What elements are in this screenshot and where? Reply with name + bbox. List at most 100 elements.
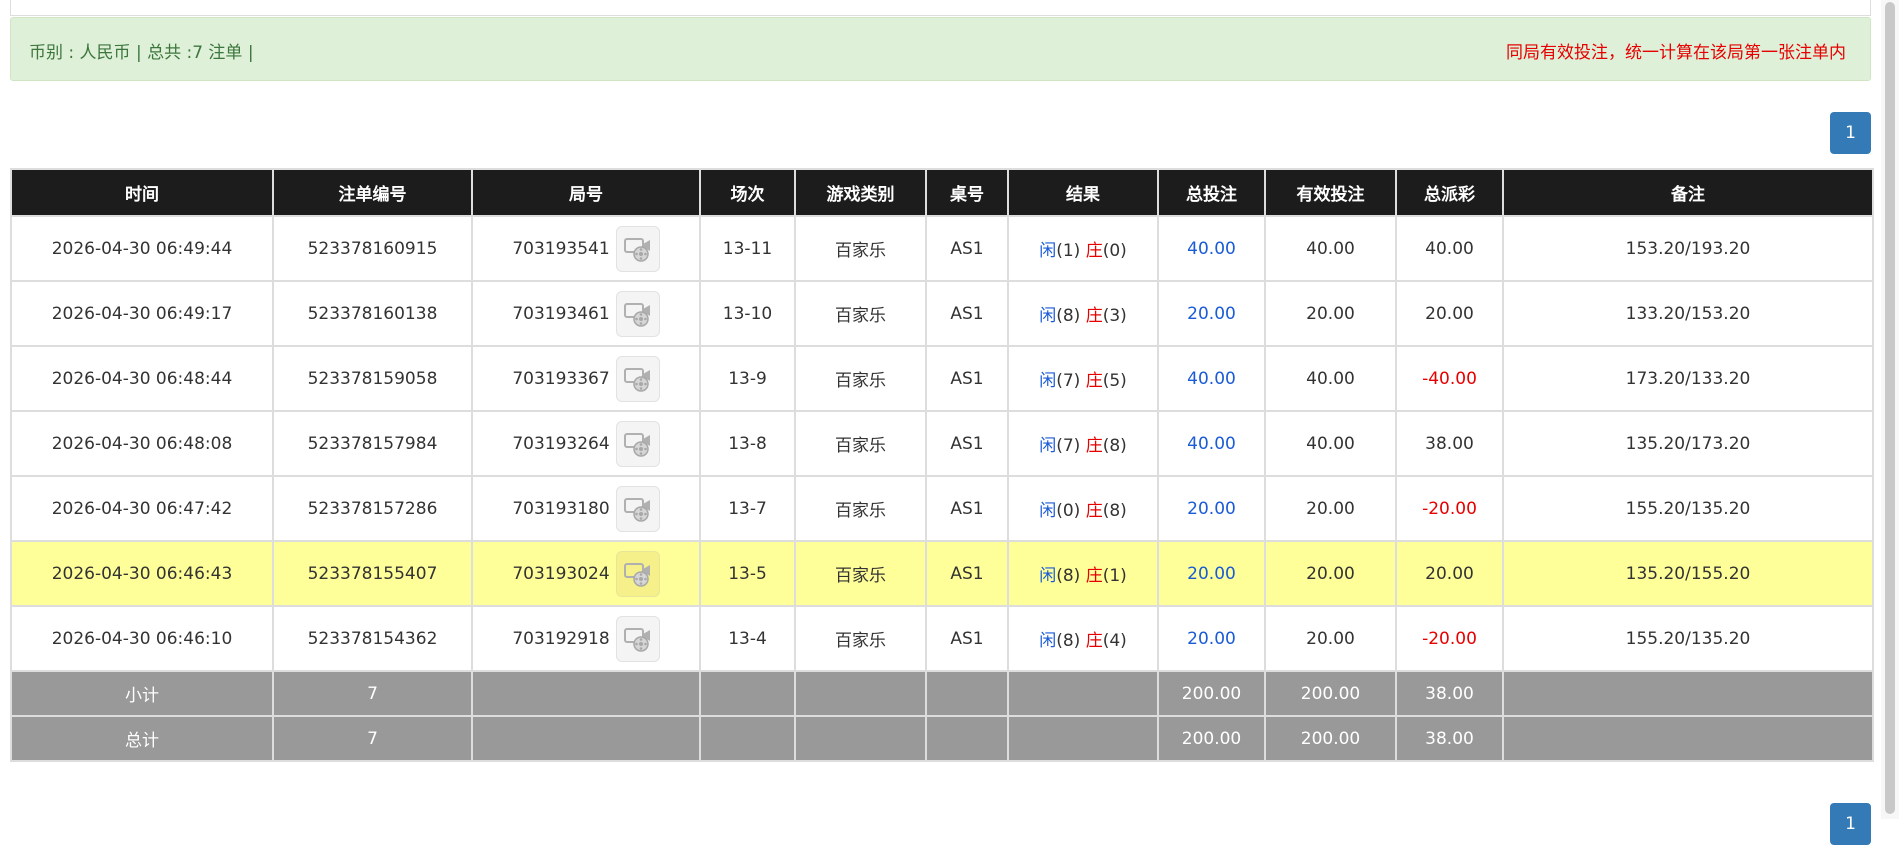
table-row[interactable]: 2026-04-30 06:48:44 523378159058 703193367… xyxy=(10,345,1874,412)
page-button-bottom[interactable]: 1 xyxy=(1830,803,1871,845)
subtotal-count: 7 xyxy=(272,670,473,717)
table-row[interactable]: 2026-04-30 06:49:44 523378160915 703193541… xyxy=(10,215,1874,282)
bet-records-table: 时间 注单编号 局号 场次 游戏类别 桌号 结果 总投注 有效投注 总派彩 备注… xyxy=(10,168,1874,762)
col-header-note: 备注 xyxy=(1502,168,1874,217)
banker-label: 庄 xyxy=(1085,371,1103,391)
banker-score: (3) xyxy=(1102,306,1127,326)
cell-payout: -20.00 xyxy=(1395,475,1504,542)
player-score: (8) xyxy=(1056,566,1081,586)
col-header-payout: 总派彩 xyxy=(1395,168,1504,217)
cell-time: 2026-04-30 06:46:43 xyxy=(10,540,274,607)
col-header-table-no: 桌号 xyxy=(925,168,1009,217)
page-button-top[interactable]: 1 xyxy=(1830,112,1871,154)
film-reel-icon[interactable] xyxy=(615,550,660,597)
page-scrollbar[interactable] xyxy=(1881,0,1899,819)
grand-total-count: 7 xyxy=(272,715,473,762)
player-score: (1) xyxy=(1056,241,1081,261)
col-header-result: 结果 xyxy=(1007,168,1159,217)
cell-valid-bet: 40.00 xyxy=(1264,410,1397,477)
col-header-time: 时间 xyxy=(10,168,274,217)
player-label: 闲 xyxy=(1039,241,1057,261)
film-reel-icon[interactable] xyxy=(615,290,660,337)
player-label: 闲 xyxy=(1039,631,1057,651)
player-label: 闲 xyxy=(1039,306,1057,326)
film-reel-icon[interactable] xyxy=(615,420,660,467)
cell-game-type: 百家乐 xyxy=(794,215,927,282)
cell-result: 闲(1) 庄(0) xyxy=(1007,215,1159,282)
banker-score: (8) xyxy=(1102,436,1127,456)
banker-score: (1) xyxy=(1102,566,1127,586)
cell-game-type: 百家乐 xyxy=(794,475,927,542)
cell-table-no: AS1 xyxy=(925,345,1009,412)
cell-note: 133.20/153.20 xyxy=(1502,280,1874,347)
player-score: (8) xyxy=(1056,631,1081,651)
table-row[interactable]: 2026-04-30 06:47:42 523378157286 703193180… xyxy=(10,475,1874,542)
grand-total-total-bet: 200.00 xyxy=(1157,715,1266,762)
cell-table-no: AS1 xyxy=(925,215,1009,282)
cell-valid-bet: 40.00 xyxy=(1264,215,1397,282)
table-row[interactable]: 2026-04-30 06:48:08 523378157984 703193264… xyxy=(10,410,1874,477)
film-reel-icon[interactable] xyxy=(615,485,660,532)
grand-total-row: 总计 7 200.00 200.00 38.00 xyxy=(10,715,1874,762)
cell-total-bet: 40.00 xyxy=(1157,345,1266,412)
cell-note: 153.20/193.20 xyxy=(1502,215,1874,282)
cell-round-id: 703193264 xyxy=(471,410,701,477)
col-header-bet-id: 注单编号 xyxy=(272,168,473,217)
cell-result: 闲(7) 庄(8) xyxy=(1007,410,1159,477)
cell-payout: 20.00 xyxy=(1395,280,1504,347)
cell-session: 13-4 xyxy=(699,605,796,672)
cell-time: 2026-04-30 06:47:42 xyxy=(10,475,274,542)
grand-total-valid-bet: 200.00 xyxy=(1264,715,1397,762)
cell-bet-id: 523378160915 xyxy=(272,215,473,282)
cell-game-type: 百家乐 xyxy=(794,410,927,477)
cell-total-bet: 40.00 xyxy=(1157,410,1266,477)
cell-game-type: 百家乐 xyxy=(794,605,927,672)
cell-round-id: 703192918 xyxy=(471,605,701,672)
cell-table-no: AS1 xyxy=(925,540,1009,607)
table-row[interactable]: 2026-04-30 06:49:17 523378160138 703193461… xyxy=(10,280,1874,347)
round-id-text: 703193264 xyxy=(512,433,610,454)
cell-session: 13-7 xyxy=(699,475,796,542)
cell-note: 173.20/133.20 xyxy=(1502,345,1874,412)
scrollbar-thumb[interactable] xyxy=(1885,2,1895,814)
grand-total-payout: 38.00 xyxy=(1395,715,1504,762)
cell-round-id: 703193024 xyxy=(471,540,701,607)
round-id-text: 703193024 xyxy=(512,563,610,584)
player-score: (0) xyxy=(1056,501,1081,521)
film-reel-icon[interactable] xyxy=(615,355,660,402)
col-header-valid-bet: 有效投注 xyxy=(1264,168,1397,217)
col-header-game-type: 游戏类别 xyxy=(794,168,927,217)
player-label: 闲 xyxy=(1039,371,1057,391)
table-row[interactable]: 2026-04-30 06:46:10 523378154362 703192918… xyxy=(10,605,1874,672)
cell-bet-id: 523378157286 xyxy=(272,475,473,542)
currency-summary: 币别 : 人民币 | 总共 :7 注单 | xyxy=(29,43,254,63)
cell-result: 闲(7) 庄(5) xyxy=(1007,345,1159,412)
cell-total-bet: 40.00 xyxy=(1157,215,1266,282)
banker-label: 庄 xyxy=(1085,306,1103,326)
cell-session: 13-8 xyxy=(699,410,796,477)
cell-session: 13-9 xyxy=(699,345,796,412)
cell-time: 2026-04-30 06:48:44 xyxy=(10,345,274,412)
cell-session: 13-5 xyxy=(699,540,796,607)
cell-round-id: 703193180 xyxy=(471,475,701,542)
cell-session: 13-11 xyxy=(699,215,796,282)
player-score: (7) xyxy=(1056,436,1081,456)
cell-note: 135.20/173.20 xyxy=(1502,410,1874,477)
cell-result: 闲(8) 庄(3) xyxy=(1007,280,1159,347)
cell-note: 135.20/155.20 xyxy=(1502,540,1874,607)
cell-payout: 20.00 xyxy=(1395,540,1504,607)
film-reel-icon[interactable] xyxy=(615,615,660,662)
subtotal-label: 小计 xyxy=(10,670,274,717)
cell-result: 闲(8) 庄(4) xyxy=(1007,605,1159,672)
col-header-session: 场次 xyxy=(699,168,796,217)
player-score: (8) xyxy=(1056,306,1081,326)
table-row[interactable]: 2026-04-30 06:46:43 523378155407 703193024… xyxy=(10,540,1874,607)
cell-payout: 40.00 xyxy=(1395,215,1504,282)
cell-time: 2026-04-30 06:49:44 xyxy=(10,215,274,282)
player-label: 闲 xyxy=(1039,436,1057,456)
film-reel-icon[interactable] xyxy=(615,225,660,272)
cell-round-id: 703193367 xyxy=(471,345,701,412)
grand-total-label: 总计 xyxy=(10,715,274,762)
cell-game-type: 百家乐 xyxy=(794,345,927,412)
cell-valid-bet: 20.00 xyxy=(1264,540,1397,607)
